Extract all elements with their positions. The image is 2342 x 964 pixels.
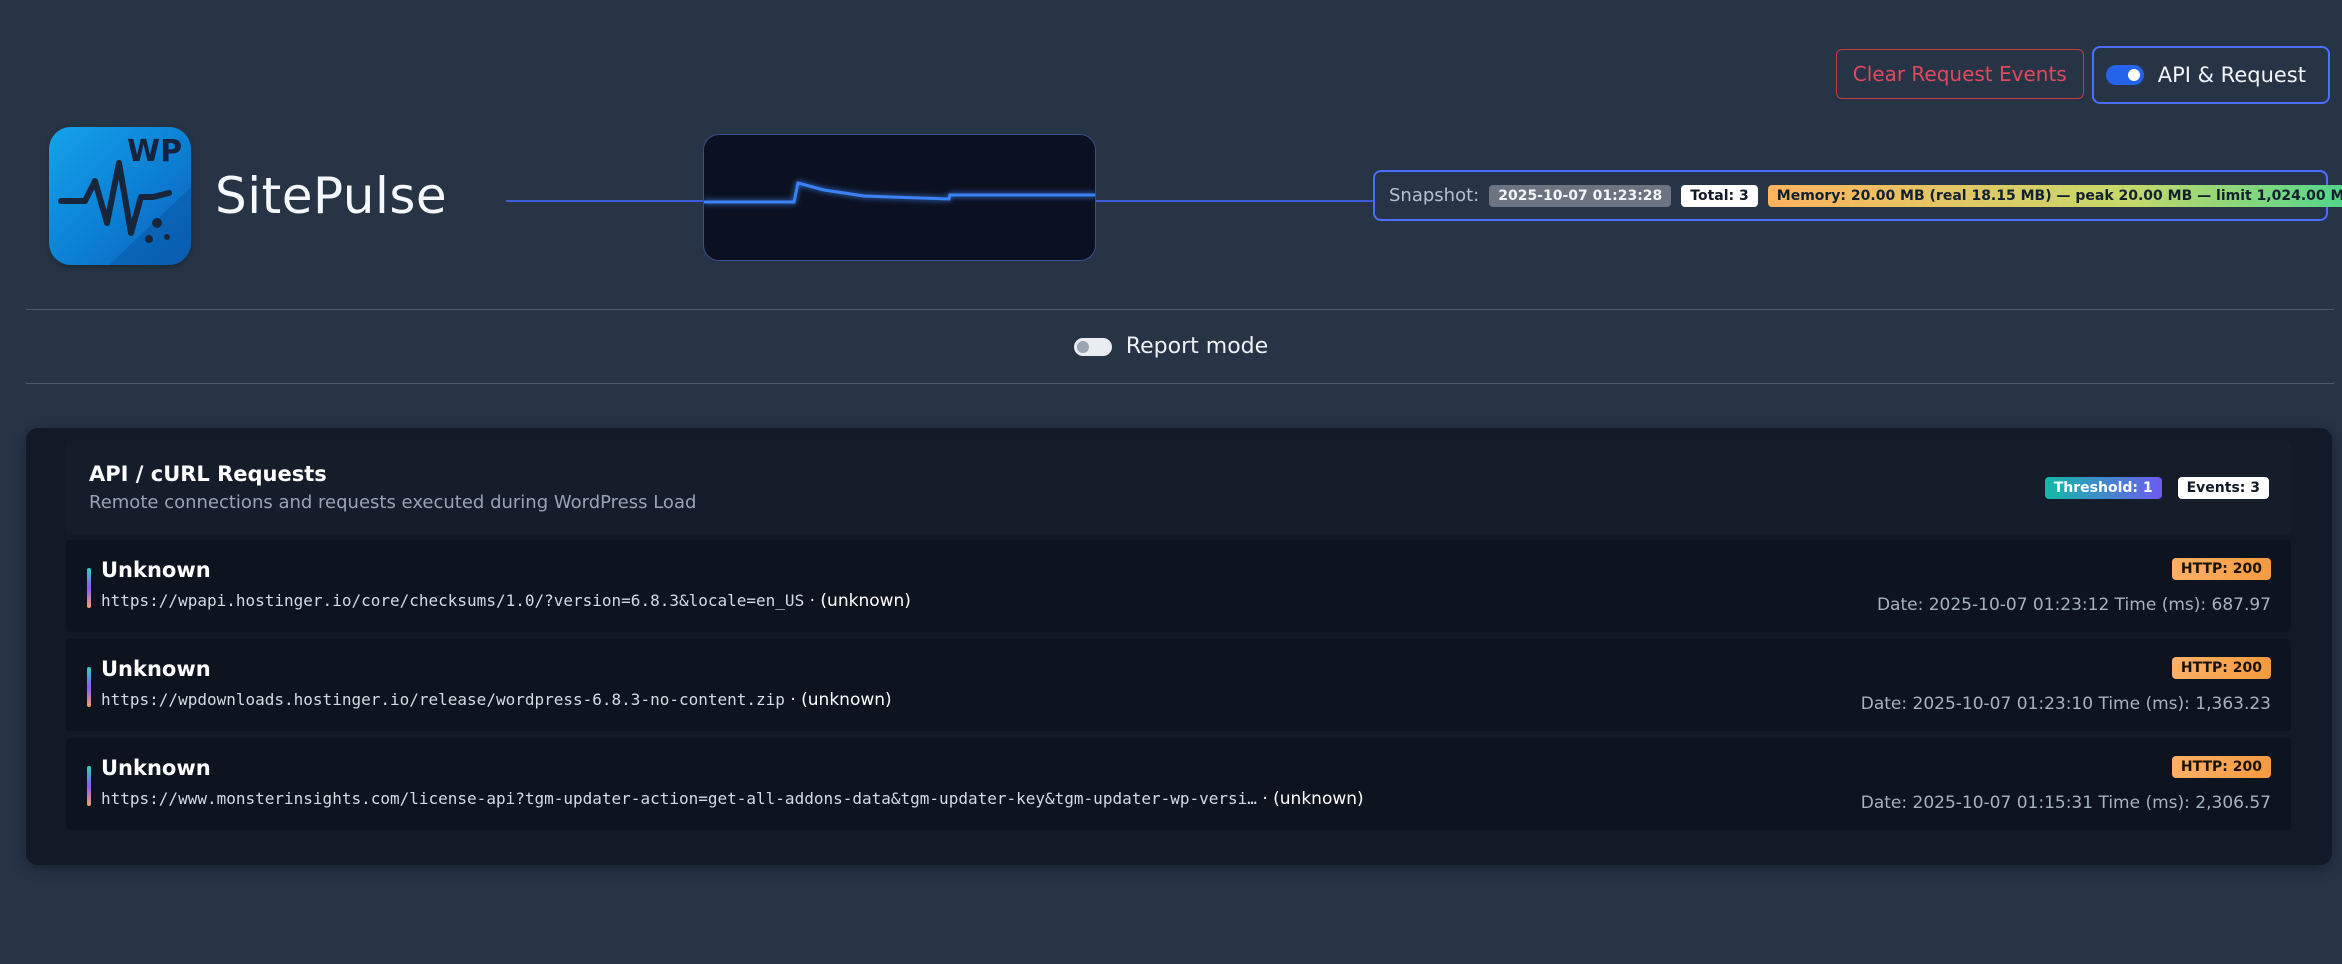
request-row[interactable]: Unknown https://wpapi.hostinger.io/core/… — [66, 540, 2291, 632]
request-url-line: https://www.monsterinsights.com/license-… — [101, 789, 1364, 809]
brand-name: SitePulse — [215, 167, 448, 225]
request-url: https://wpapi.hostinger.io/core/checksum… — [101, 591, 805, 610]
report-mode-toggle[interactable] — [1073, 337, 1112, 356]
request-meta: Date: 2025-10-07 01:23:12 Time (ms): 687… — [1876, 595, 2271, 615]
snapshot-total-badge: Total: 3 — [1681, 184, 1758, 207]
request-origin: · (unknown) — [1256, 789, 1364, 809]
row-accent-bar — [87, 766, 91, 806]
request-origin: · (unknown) — [804, 591, 911, 611]
snapshot-label: Snapshot: — [1389, 185, 1480, 206]
row-accent-bar — [87, 667, 91, 707]
request-title: Unknown — [101, 756, 211, 780]
request-url-line: https://wpapi.hostinger.io/core/checksum… — [101, 591, 911, 611]
request-meta: Date: 2025-10-07 01:15:31 Time (ms): 2,3… — [1860, 793, 2271, 813]
panel-badges: Threshold: 1 Events: 3 — [2044, 477, 2269, 499]
report-mode-label: Report mode — [1125, 334, 1269, 359]
snapshot-timestamp-badge: 2025-10-07 01:23:28 — [1489, 184, 1672, 207]
row-accent-bar — [87, 568, 91, 608]
request-origin: · (unknown) — [784, 690, 892, 710]
top-toolbar: Clear Request Events API & Request — [1835, 46, 2330, 104]
request-meta: Date: 2025-10-07 01:23:10 Time (ms): 1,3… — [1860, 694, 2271, 714]
divider-bottom — [26, 383, 2334, 384]
request-url-line: https://wpdownloads.hostinger.io/release… — [101, 690, 892, 710]
http-status-badge: HTTP: 200 — [2171, 558, 2271, 580]
request-row[interactable]: Unknown https://www.monsterinsights.com/… — [66, 738, 2291, 830]
clear-request-events-label: Clear Request Events — [1852, 62, 2067, 86]
threshold-badge: Threshold: 1 — [2044, 477, 2162, 499]
divider-top — [26, 309, 2334, 310]
api-requests-panel: API / cURL Requests Remote connections a… — [26, 428, 2332, 865]
logo-wp-text: WP — [127, 134, 182, 169]
api-request-label: API & Request — [2157, 63, 2306, 87]
snapshot-bar: Snapshot: 2025-10-07 01:23:28 Total: 3 M… — [1373, 170, 2342, 221]
snapshot-memory-badge: Memory: 20.00 MB (real 18.15 MB) — peak … — [1767, 184, 2342, 207]
http-status-badge: HTTP: 200 — [2171, 756, 2271, 778]
memory-sparkline — [703, 134, 1096, 261]
sitepulse-logo: WP — [49, 127, 191, 265]
brand: WP SitePulse — [49, 127, 447, 265]
panel-title: API / cURL Requests — [89, 462, 327, 486]
api-request-toggle-switch[interactable] — [2105, 65, 2144, 85]
http-status-badge: HTTP: 200 — [2171, 657, 2271, 679]
api-request-toggle-button[interactable]: API & Request — [2091, 46, 2330, 104]
panel-header: API / cURL Requests Remote connections a… — [66, 440, 2291, 535]
report-mode-row: Report mode — [0, 334, 2342, 359]
request-title: Unknown — [101, 657, 211, 681]
request-title: Unknown — [101, 558, 211, 582]
clear-request-events-button[interactable]: Clear Request Events — [1835, 49, 2084, 99]
request-row[interactable]: Unknown https://wpdownloads.hostinger.io… — [66, 639, 2291, 731]
request-url: https://wpdownloads.hostinger.io/release… — [101, 690, 785, 709]
request-url: https://www.monsterinsights.com/license-… — [101, 789, 1257, 808]
events-count-badge: Events: 3 — [2177, 477, 2269, 499]
panel-subtitle: Remote connections and requests executed… — [89, 492, 697, 513]
pulse-logo-icon: WP — [58, 134, 191, 265]
sparkline-graph — [704, 181, 1095, 204]
